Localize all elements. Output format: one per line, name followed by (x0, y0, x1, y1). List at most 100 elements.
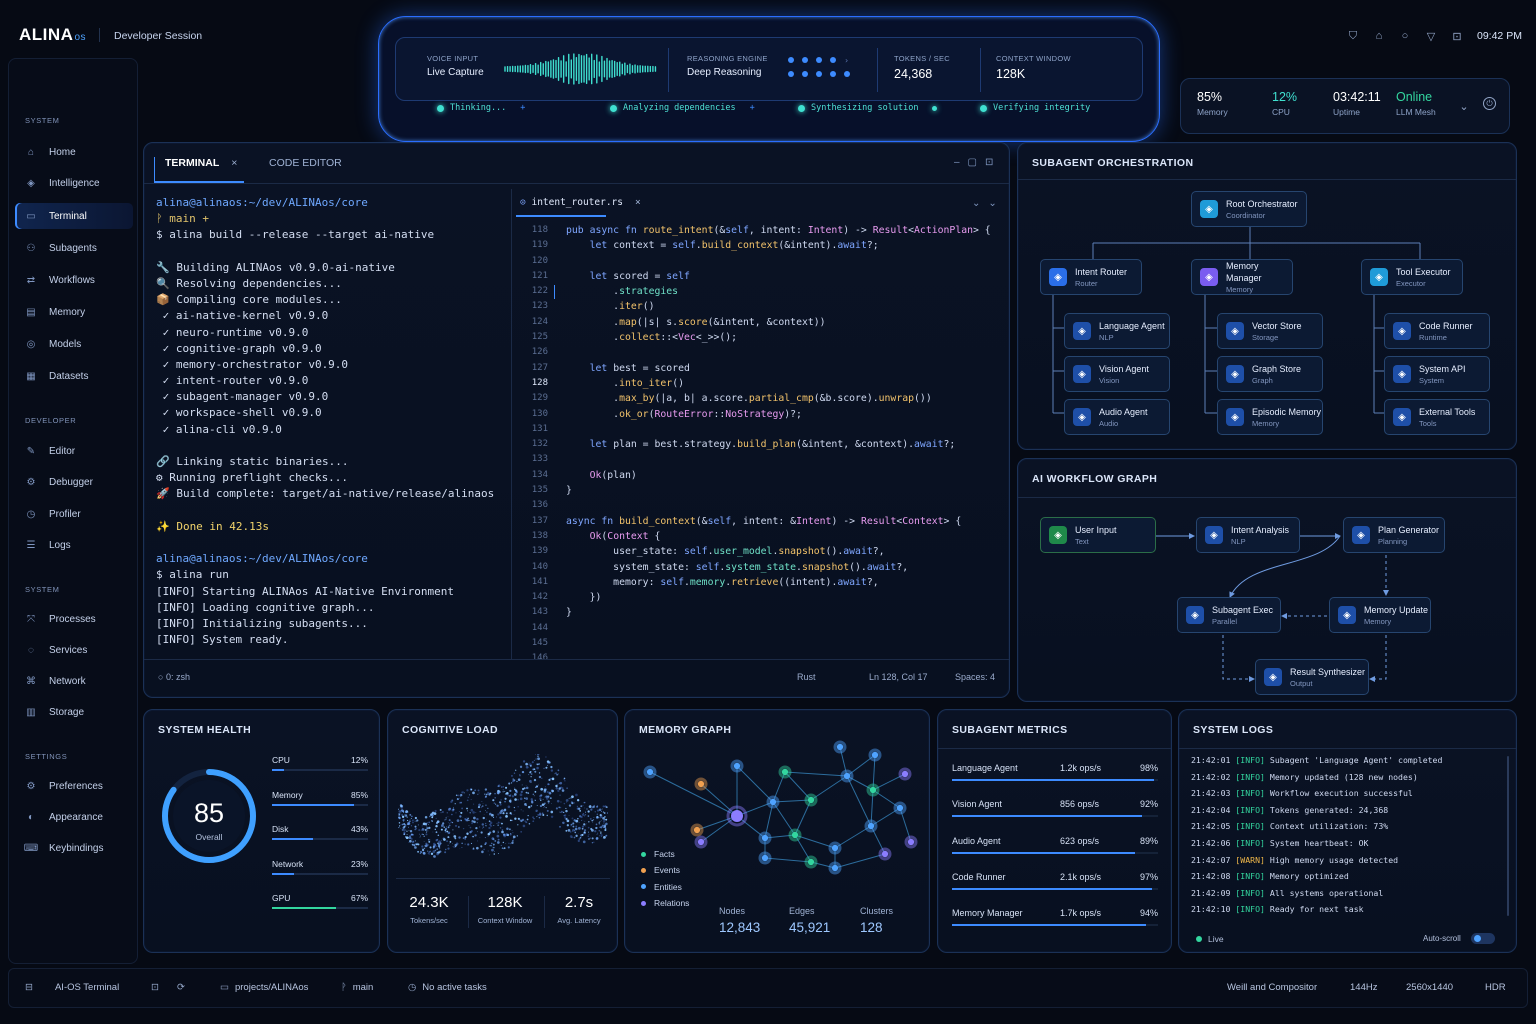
sidebar-item-services[interactable]: ◌ Services (15, 637, 133, 663)
line-number: 128 (531, 377, 548, 388)
editor-file-tab[interactable]: ⊙ intent_router.rs × (520, 197, 641, 208)
tab-terminal[interactable]: TERMINAL × (154, 157, 244, 183)
line-number: 124 (531, 316, 548, 327)
tab-code-editor[interactable]: CODE EDITOR (269, 157, 342, 169)
workflow-node-plan-generator[interactable]: ◈ Plan Generator Planning (1343, 517, 1445, 553)
metric-ops: 623 ops/s (1060, 835, 1100, 846)
metric-row-code-runner[interactable]: Code Runner 2.1k ops/s 97% (952, 872, 1158, 890)
sidebar-item-appearance[interactable]: ◐ Appearance (15, 804, 133, 830)
node-subtitle: Audio (1099, 418, 1119, 428)
sidebar-item-terminal[interactable]: ▭ Terminal (15, 203, 133, 229)
project-path[interactable]: ▭ projects/ALINAos (220, 982, 308, 993)
language-mode[interactable]: Rust (797, 672, 816, 682)
sidebar-item-network[interactable]: ⌘ Network (15, 668, 133, 694)
metric-row-vision-agent[interactable]: Vision Agent 856 ops/s 92% (952, 799, 1158, 818)
node-tool-executor[interactable]: ◈ Tool Executor Executor (1361, 259, 1463, 295)
node-episodic-memory[interactable]: ◈ Episodic Memory Memory (1217, 399, 1323, 435)
indent-setting[interactable]: Spaces: 4 (955, 672, 995, 682)
sidebar-item-intelligence[interactable]: ◈ Intelligence (15, 170, 133, 196)
sidebar-item-subagents[interactable]: ⚇ Subagents (15, 235, 133, 261)
node-external-tools[interactable]: ◈ External Tools Tools (1384, 399, 1490, 435)
node-root-orchestrator[interactable]: ◈ Root Orchestrator Coordinator (1191, 191, 1307, 227)
sidebar-item-storage[interactable]: ▥ Storage (15, 699, 133, 725)
window-controls[interactable]: –▢⊡ (954, 157, 1001, 168)
mail-icon[interactable]: ▽ (1424, 29, 1438, 43)
task-status[interactable]: ◷ No active tasks (408, 982, 487, 993)
metric-name: Language Agent (952, 763, 1018, 773)
sidebar-item-label: Workflows (49, 274, 95, 286)
workflow-node-subagent-exec[interactable]: ◈ Subagent Exec Parallel (1177, 597, 1281, 633)
bell-icon[interactable]: ⌂ (1372, 29, 1386, 43)
node-code-runner[interactable]: ◈ Code Runner Runtime (1384, 313, 1490, 349)
node-memory-manager[interactable]: ◈ Memory Manager Memory (1191, 259, 1293, 295)
workflow-node-memory-update[interactable]: ◈ Memory Update Memory (1329, 597, 1431, 633)
workflow-node-intent-analysis[interactable]: ◈ Intent Analysis NLP (1196, 517, 1300, 553)
sidebar-item-memory[interactable]: ▤ Memory (15, 299, 133, 325)
metric-pct: 89% (1139, 835, 1158, 846)
node-title: System API (1419, 363, 1466, 374)
metric-row-audio-agent[interactable]: Audio Agent 623 ops/s 89% (952, 835, 1158, 854)
line-number: 140 (531, 561, 548, 572)
node-subtitle: Storage (1252, 332, 1279, 342)
metric-name: Memory Manager (952, 908, 1023, 919)
close-icon: × (231, 157, 238, 169)
editor-controls[interactable]: ⌄⌄ (972, 198, 1005, 209)
sidebar-item-logs[interactable]: ☰ Logs (15, 532, 133, 558)
sidebar-item-processes[interactable]: ⤧ Processes (15, 606, 133, 632)
node-intent-router[interactable]: ◈ Intent Router Router (1040, 259, 1142, 295)
workflow-node-user-input[interactable]: ◈ User Input Text (1040, 517, 1156, 553)
git-branch[interactable]: ᚹ main (341, 982, 373, 993)
sidebar-item-datasets[interactable]: ▦ Datasets (15, 363, 133, 389)
log-time: 21:42:02 (1191, 771, 1231, 782)
stat-cpu: 12% CPU (1272, 90, 1298, 117)
node-audio-agent[interactable]: ◈ Audio Agent Audio (1064, 399, 1170, 435)
log-output[interactable]: 21:42:01 [INFO] Subagent 'Language Agent… (1191, 752, 1442, 918)
log-scrollbar[interactable] (1507, 756, 1509, 916)
tokens-value: 24,368 (894, 67, 933, 81)
autoscroll-toggle[interactable] (1471, 933, 1495, 944)
cursor-position[interactable]: Ln 128, Col 17 (869, 672, 928, 682)
metric-bar (952, 815, 1158, 818)
sidebar-item-editor[interactable]: ✎ Editor (15, 438, 133, 464)
agent-icon: ◈ (1393, 365, 1411, 383)
sidebar-item-keybindings[interactable]: ⌨ Keybindings (15, 835, 133, 861)
sidebar-section-title: SYSTEM (25, 116, 60, 125)
sidebar-item-models[interactable]: ◎ Models (15, 331, 133, 357)
refresh-icon[interactable]: ⟳ (177, 982, 185, 993)
sidebar-item-debugger[interactable]: ⚙ Debugger (15, 469, 133, 495)
node-system-api[interactable]: ◈ System API System (1384, 356, 1490, 392)
health-row-cpu: CPU 12% (272, 755, 368, 771)
node-language-agent[interactable]: ◈ Language Agent NLP (1064, 313, 1170, 349)
node-vision-agent[interactable]: ◈ Vision Agent Vision (1064, 356, 1170, 392)
metric-pct: 92% (1139, 799, 1158, 810)
terminal-button[interactable]: ⊟ AI-OS Terminal (25, 982, 119, 993)
node-vector-store[interactable]: ◈ Vector Store Storage (1217, 313, 1323, 349)
sidebar-item-home[interactable]: ⌂ Home (15, 139, 133, 165)
code-editor[interactable]: ⊙ intent_router.rs × ⌄⌄ 118 119 120 121 122 12… (511, 189, 1009, 663)
code-content[interactable]: pub async fn route_intent(&self, intent:… (566, 223, 991, 621)
line-number: 137 (531, 515, 548, 526)
workflow-node-result-synthesizer[interactable]: ◈ Result Synthesizer Output (1255, 659, 1369, 695)
sidebar-item-workflows[interactable]: ⇄ Workflows (15, 267, 133, 293)
terminal-output[interactable]: alina@alinaos:~/dev/ALINAos/core ᚹ main +… (156, 195, 511, 648)
app-logo[interactable]: ALINAos (19, 25, 86, 45)
shell-indicator[interactable]: ○ 0: zsh (158, 672, 190, 682)
node-subtitle: Memory (1252, 418, 1280, 428)
lock-icon[interactable]: ⊡ (1450, 29, 1464, 43)
line-number: 138 (531, 530, 548, 541)
circle-icon[interactable]: ○ (1398, 29, 1412, 43)
node-graph-store[interactable]: ◈ Graph Store Graph (1217, 356, 1323, 392)
split-icon[interactable]: ⊡ (151, 982, 159, 993)
chevron-down-icon[interactable]: ⌄ (1457, 99, 1471, 113)
log-time: 21:42:10 (1191, 904, 1231, 915)
sidebar-item-profiler[interactable]: ◷ Profiler (15, 501, 133, 527)
brain-icon: ◈ (27, 177, 35, 189)
power-icon[interactable]: ⏻ (1483, 97, 1496, 110)
log-message: Subagent 'Language Agent' completed (1269, 755, 1443, 765)
log-time: 21:42:03 (1191, 788, 1231, 799)
shield-icon[interactable]: ⛉ (1346, 29, 1360, 43)
sidebar-item-preferences[interactable]: ⚙ Preferences (15, 773, 133, 799)
metric-row-language-agent[interactable]: Language Agent 1.2k ops/s 98% (952, 763, 1158, 781)
metric-row-memory-manager[interactable]: Memory Manager 1.7k ops/s 94% (952, 908, 1158, 927)
